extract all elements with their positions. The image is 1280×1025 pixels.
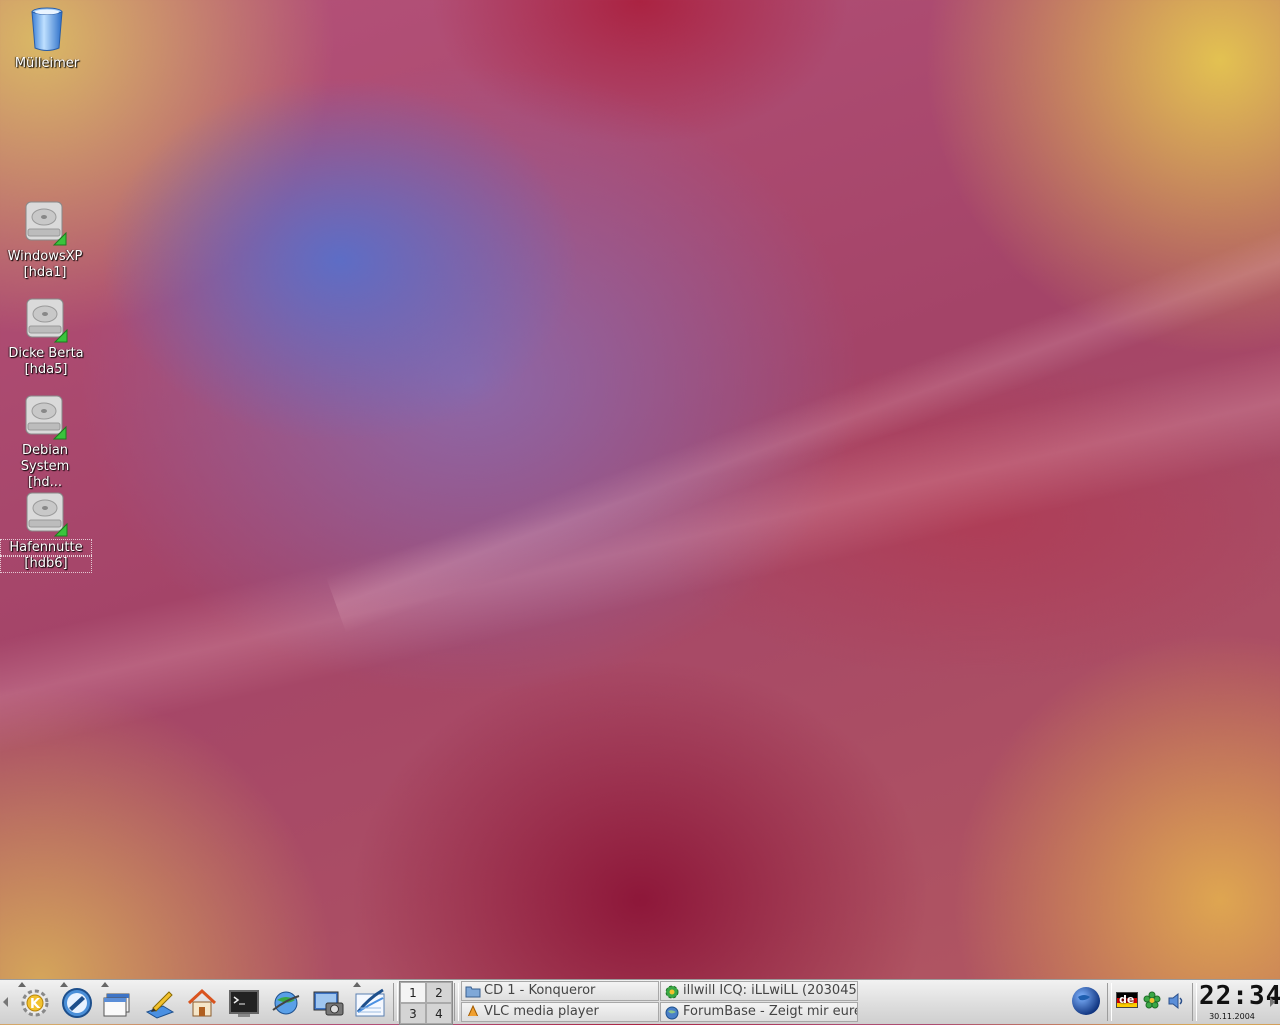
terminal-icon — [229, 990, 259, 1017]
desktop-icon-trash[interactable]: Mülleimer — [2, 4, 92, 72]
menu-arrow-icon — [60, 982, 68, 987]
task-label: CD 1 - Konqueror — [484, 983, 596, 998]
keyboard-layout-indicator[interactable]: de — [1116, 992, 1138, 1008]
hard-drive-icon — [25, 395, 67, 440]
menu-arrow-icon — [353, 982, 361, 987]
desktop-icon-label: [hda5] — [24, 362, 68, 377]
folder-icon — [465, 986, 481, 998]
network-globe-button[interactable] — [1070, 985, 1102, 1021]
desktop-icon-label: Hafennutte — [0, 539, 92, 557]
speaker-icon — [1168, 992, 1183, 1010]
editor-icon — [145, 991, 175, 1019]
clock-date: 30.11.2004 — [1209, 1012, 1255, 1021]
task-button-vlc[interactable]: VLC media player — [461, 1002, 659, 1022]
globe-icon — [1072, 987, 1100, 1015]
flag-de-icon: de — [1116, 992, 1138, 1008]
desktop-icon-windowsxp[interactable]: WindowsXP [hda1] — [0, 199, 90, 281]
hard-drive-icon — [26, 298, 68, 343]
kde-menu-button[interactable]: K — [16, 982, 54, 1022]
browser-icon — [272, 991, 300, 1015]
menu-arrow-icon — [101, 982, 109, 987]
desktop-icon-label: System [hd... — [20, 459, 70, 490]
menu-arrow-icon — [18, 982, 26, 987]
desktop-icon-label: WindowsXP — [7, 249, 83, 264]
terminal-launcher[interactable] — [225, 984, 263, 1022]
browser-launcher[interactable] — [267, 984, 305, 1022]
panel-separator — [393, 983, 398, 1021]
openoffice-launcher[interactable] — [351, 982, 389, 1022]
keyboard-layout-label: de — [1119, 993, 1135, 1006]
icq-icon — [665, 985, 679, 999]
pager-desktop-4[interactable]: 4 — [426, 1003, 452, 1024]
desktop-icon-label: Dicke Berta — [8, 346, 84, 361]
home-launcher[interactable] — [183, 984, 221, 1022]
desktop-pager: 1 2 3 4 — [399, 981, 453, 1025]
trash-icon — [31, 7, 63, 51]
wallpaper-streak — [0, 301, 1280, 769]
screenshot-icon — [313, 991, 344, 1016]
desktop-show-icon — [103, 993, 130, 1017]
clock-time[interactable]: 22:34 — [1199, 981, 1280, 1011]
desktop-icon-label: [hda1] — [23, 265, 67, 280]
openoffice-icon — [355, 988, 385, 1017]
pager-desktop-1[interactable]: 1 — [400, 982, 426, 1003]
show-desktop-launcher[interactable] — [99, 982, 137, 1022]
panel-separator — [454, 983, 459, 1021]
editor-launcher[interactable] — [141, 984, 179, 1022]
home-icon — [187, 988, 217, 1017]
desktop-icon-dicke-berta[interactable]: Dicke Berta [hda5] — [1, 296, 91, 378]
hard-drive-icon — [26, 492, 68, 537]
vlc-icon — [467, 1005, 479, 1018]
task-label: VLC media player — [484, 1004, 599, 1019]
kde-menu-icon: K — [21, 989, 49, 1017]
kmail-launcher[interactable] — [58, 982, 96, 1022]
desktop-icon-label: Mülleimer — [14, 56, 80, 71]
panel-hide-left-button[interactable] — [1, 983, 9, 1021]
task-label: ForumBase - Zeigt mir eure — [683, 1004, 858, 1019]
desktop-icon-debian-system[interactable]: Debian System [hd... — [0, 393, 90, 491]
task-label: illwill ICQ: iLLwiLL (20304500 — [683, 983, 858, 998]
panel-hide-right-button[interactable] — [1268, 983, 1276, 1021]
desktop-icon-hafennutte[interactable]: Hafennutte [hdb6] — [0, 490, 92, 573]
pager-desktop-2[interactable]: 2 — [426, 982, 452, 1003]
pager-desktop-3[interactable]: 3 — [400, 1003, 426, 1024]
panel-separator — [1192, 983, 1197, 1021]
task-button-icq[interactable]: illwill ICQ: iLLwiLL (20304500 — [660, 981, 858, 1001]
volume-button[interactable] — [1166, 991, 1186, 1015]
globe-icon — [665, 1006, 679, 1020]
svg-text:K: K — [30, 997, 41, 1012]
icq-flower-icon — [1143, 991, 1161, 1009]
taskbar: K 1 2 3 4 CD 1 - Konqueror VLC media pla… — [0, 979, 1280, 1025]
desktop-icon-label: [hdb6] — [0, 555, 92, 573]
hard-drive-icon — [25, 201, 67, 246]
panel-separator — [1107, 983, 1112, 1021]
icq-tray-button[interactable] — [1143, 991, 1161, 1013]
kmail-icon — [62, 988, 92, 1018]
task-button-konqueror[interactable]: CD 1 - Konqueror — [461, 981, 659, 1001]
task-button-forumbase[interactable]: ForumBase - Zeigt mir eure — [660, 1002, 858, 1022]
desktop-icon-label: Debian — [21, 443, 69, 458]
screenshot-launcher[interactable] — [309, 984, 347, 1022]
